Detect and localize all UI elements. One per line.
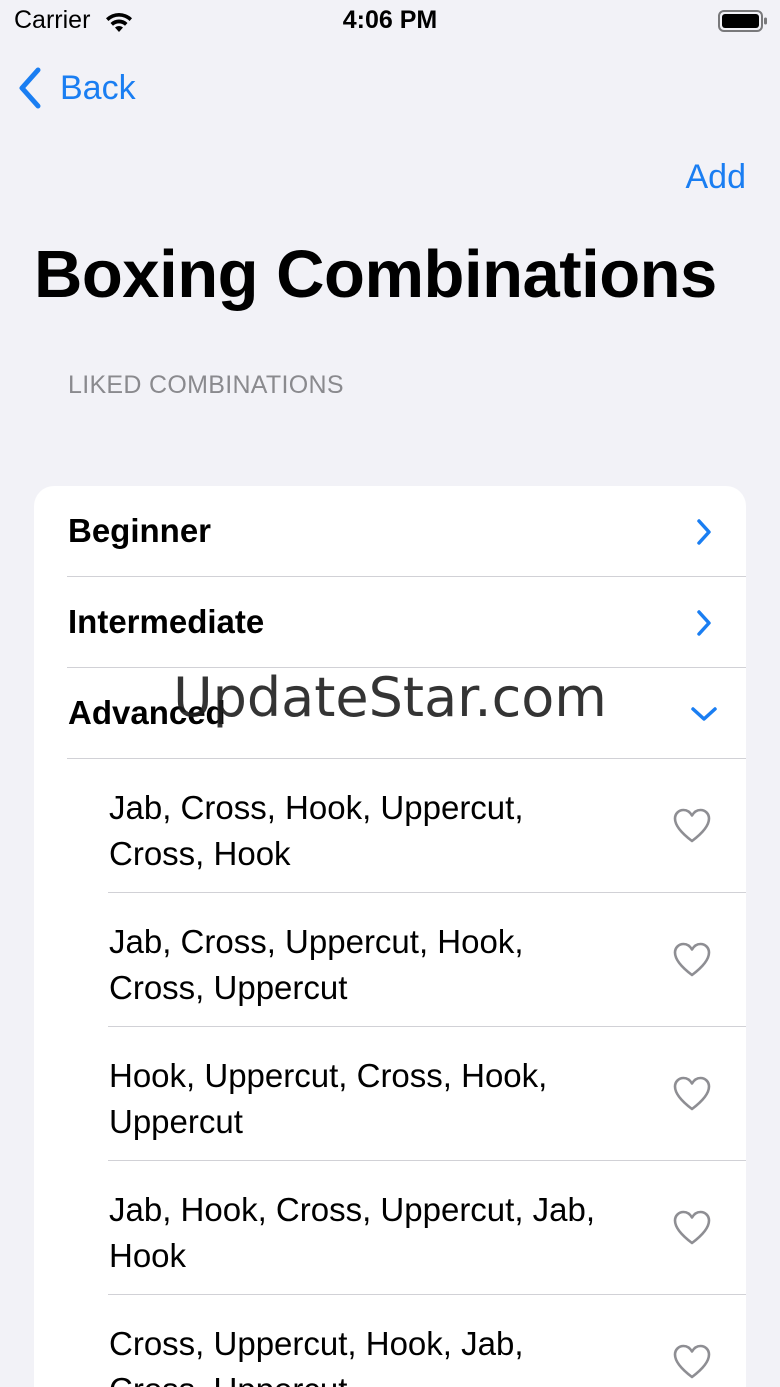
heart-outline-icon[interactable] [672,806,712,846]
combination-text: Jab, Cross, Uppercut, Hook, Cross, Upper… [109,923,524,1006]
combination-text: Jab, Hook, Cross, Uppercut, Jab, Hook [109,1191,596,1274]
level-row-advanced[interactable]: Advanced [34,668,746,759]
add-button[interactable]: Add [686,158,747,197]
combination-text: Jab, Cross, Hook, Uppercut, Cross, Hook [109,789,524,872]
level-row-intermediate[interactable]: Intermediate [34,577,746,668]
combination-row: Jab, Hook, Cross, Uppercut, Jab, Hook [34,1161,746,1295]
combination-row: Cross, Uppercut, Hook, Jab, Cross, Upper… [34,1295,746,1387]
combination-row: Hook, Uppercut, Cross, Hook, Uppercut [34,1027,746,1161]
level-label: Beginner [68,512,212,549]
battery-icon [718,10,767,32]
screen: Carrier 4:06 PM Back Add Boxing Combinat… [0,0,780,1387]
back-label: Back [60,68,136,107]
chevron-right-icon [697,519,711,545]
combinations-list: Beginner Intermediate Advanced Jab, Cros… [34,486,746,1387]
page-title: Boxing Combinations [34,237,717,312]
section-header: LIKED COMBINATIONS [68,371,344,399]
back-button[interactable]: Back [16,64,136,112]
level-row-beginner[interactable]: Beginner [34,486,746,577]
heart-outline-icon[interactable] [672,1074,712,1114]
status-bar: Carrier 4:06 PM [0,0,780,46]
heart-outline-icon[interactable] [672,1342,712,1382]
clock: 4:06 PM [342,6,438,34]
combination-row: Jab, Cross, Uppercut, Hook, Cross, Upper… [34,893,746,1027]
combination-text: Cross, Uppercut, Hook, Jab, Cross, Upper… [109,1325,524,1387]
chevron-right-icon [697,610,711,636]
level-label: Advanced [68,694,226,731]
combination-text: Hook, Uppercut, Cross, Hook, Uppercut [109,1057,548,1140]
combination-row: Jab, Cross, Hook, Uppercut, Cross, Hook [34,759,746,893]
level-label: Intermediate [68,603,265,640]
heart-outline-icon[interactable] [672,1208,712,1248]
back-chevron-icon [19,67,41,109]
heart-outline-icon[interactable] [672,940,712,980]
chevron-down-icon [691,707,717,721]
